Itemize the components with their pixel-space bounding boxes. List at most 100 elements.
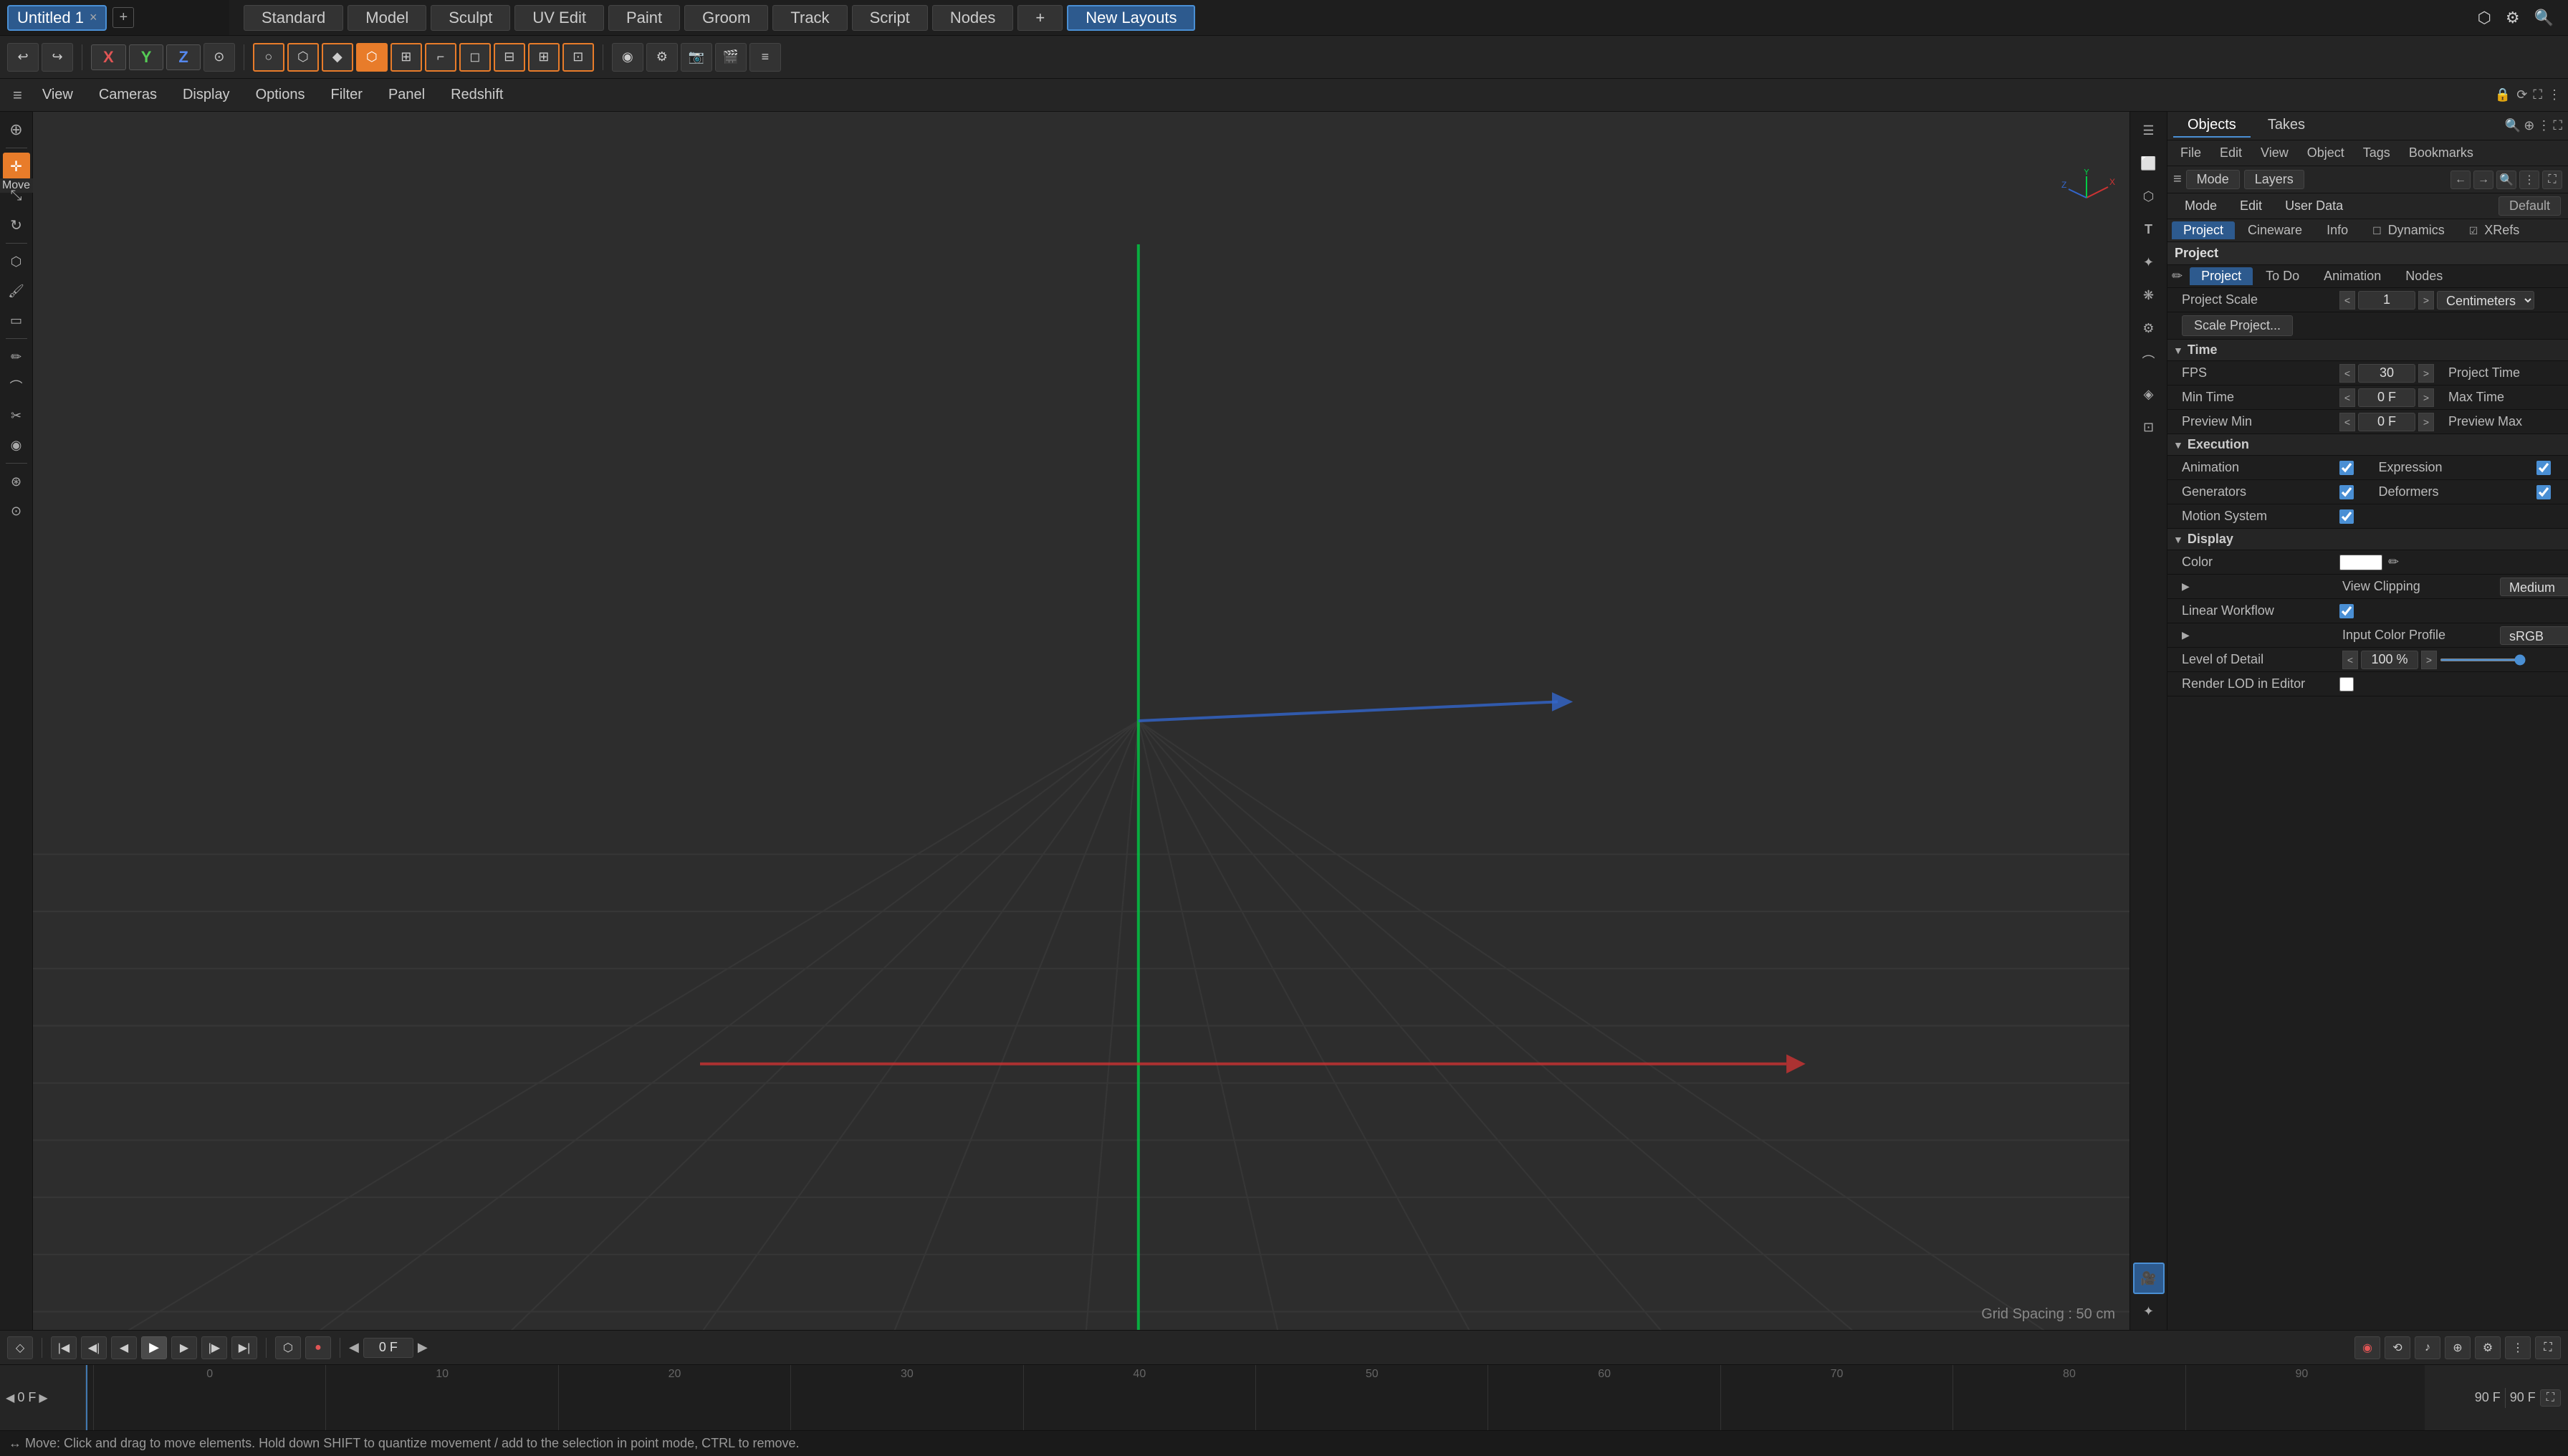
- coord-z-button[interactable]: Z: [166, 44, 200, 70]
- lod-input[interactable]: [2361, 651, 2418, 669]
- attr-nav-back[interactable]: ←: [2450, 171, 2471, 189]
- sym-button[interactable]: ⊟: [494, 43, 525, 72]
- timeline-audio[interactable]: ♪: [2415, 1336, 2440, 1359]
- particle-system-icon[interactable]: ❋: [2133, 279, 2165, 311]
- viewport[interactable]: Perspective Default Camera ⚙: [33, 112, 2129, 1330]
- mode-tab-xrefs[interactable]: ☑ XRefs: [2458, 221, 2531, 239]
- timeline-expand-btn[interactable]: ⛶: [2535, 1336, 2561, 1359]
- min-time-decrement[interactable]: <: [2339, 388, 2355, 407]
- attr-search-btn[interactable]: 🔍: [2496, 171, 2516, 189]
- timeline-resize-btn[interactable]: ⛶: [2540, 1389, 2561, 1407]
- selection-tool-button[interactable]: ⊕: [3, 116, 30, 143]
- spline-tool-icon[interactable]: ⌒: [2133, 345, 2165, 377]
- fps-increment[interactable]: >: [2418, 364, 2434, 383]
- attr-tab-layers[interactable]: Layers: [2244, 170, 2304, 189]
- timeline-keyframe-mode[interactable]: ⬡: [275, 1336, 301, 1359]
- hamburger-icon[interactable]: ≡: [2173, 171, 2182, 188]
- rotate-tool-button[interactable]: ↻: [3, 211, 30, 239]
- attr-mode-mode[interactable]: Mode: [2175, 197, 2227, 215]
- timeline-solo[interactable]: ⊕: [2445, 1336, 2471, 1359]
- timeline-play-forward[interactable]: ▶: [171, 1336, 197, 1359]
- spline-smooth-button[interactable]: ⌒: [3, 373, 30, 400]
- lod-decrement[interactable]: <: [2342, 651, 2358, 669]
- execution-section-header[interactable]: ▼ Execution: [2167, 434, 2568, 456]
- menu-options[interactable]: Options: [244, 84, 317, 106]
- mode-tab-cineware[interactable]: Cineware: [2236, 221, 2314, 239]
- menu-display[interactable]: Display: [171, 84, 241, 106]
- project-scale-decrement[interactable]: <: [2339, 291, 2355, 310]
- project-scale-unit-select[interactable]: Centimeters Meters Inches: [2437, 291, 2534, 310]
- fps-decrement[interactable]: <: [2339, 364, 2355, 383]
- render-viewport-button[interactable]: 🎬: [715, 43, 747, 72]
- move-tool-button[interactable]: ✛ Move: [3, 153, 30, 180]
- paint-select-button[interactable]: 🖌: [3, 277, 30, 305]
- scale-tool-button[interactable]: ⤡: [3, 182, 30, 209]
- min-time-increment[interactable]: >: [2418, 388, 2434, 407]
- timeline-diamond-icon[interactable]: ◇: [7, 1336, 33, 1359]
- timeline-settings-btn[interactable]: ⚙: [2475, 1336, 2501, 1359]
- preview-min-input[interactable]: [2358, 413, 2415, 431]
- render-to-picture-button[interactable]: 📷: [681, 43, 712, 72]
- preview-min-decrement[interactable]: <: [2339, 413, 2355, 431]
- viewport-sync-icon[interactable]: ⟳: [2516, 87, 2527, 102]
- viewport-menu-more-icon[interactable]: ⋮: [2548, 87, 2561, 102]
- input-color-profile-select[interactable]: sRGB Linear: [2500, 626, 2568, 645]
- attr-mode-userdata[interactable]: User Data: [2275, 197, 2353, 215]
- menu-edit[interactable]: Edit: [2213, 144, 2249, 162]
- project-scale-input[interactable]: [2358, 291, 2415, 310]
- new-layouts-button[interactable]: New Layouts: [1067, 5, 1195, 31]
- menu-tags[interactable]: Tags: [2356, 144, 2397, 162]
- menu-panel[interactable]: Panel: [377, 84, 436, 106]
- time-section-header[interactable]: ▼ Time: [2167, 340, 2568, 361]
- timeline-step-back[interactable]: ◀|: [81, 1336, 107, 1359]
- generator-icon[interactable]: ✦: [2133, 246, 2165, 278]
- timeline-step-forward[interactable]: |▶: [201, 1336, 227, 1359]
- linear-workflow-checkbox[interactable]: [2339, 604, 2354, 618]
- scale-project-button[interactable]: Scale Project...: [2182, 315, 2293, 336]
- generators-checkbox[interactable]: [2339, 485, 2354, 499]
- viewport-lock-icon[interactable]: 🔒: [2495, 87, 2511, 102]
- timeline-skip-end[interactable]: ▶|: [231, 1336, 257, 1359]
- timeline-skip-start[interactable]: |◀: [51, 1336, 77, 1359]
- panel-add-icon[interactable]: ⊕: [2524, 118, 2534, 133]
- attributes-button[interactable]: ≡: [749, 43, 781, 72]
- min-time-input[interactable]: [2358, 388, 2415, 407]
- redo-button[interactable]: ↪: [42, 43, 73, 72]
- mode-nodes[interactable]: Nodes: [932, 5, 1014, 31]
- render-settings-button[interactable]: ⚙: [646, 43, 678, 72]
- project-scale-increment[interactable]: >: [2418, 291, 2434, 310]
- tab-untitled1[interactable]: Untitled 1 ×: [7, 5, 107, 31]
- hamburger-menu-icon[interactable]: ≡: [7, 86, 28, 105]
- sub-tab-nodes[interactable]: Nodes: [2394, 267, 2454, 285]
- mode-paint[interactable]: Paint: [608, 5, 680, 31]
- knife-tool-button[interactable]: ✂: [3, 402, 30, 429]
- sub-tab-animation[interactable]: Animation: [2312, 267, 2392, 285]
- timeline-record-all[interactable]: ◉: [2354, 1336, 2380, 1359]
- manager-view-icon[interactable]: ☰: [2133, 115, 2165, 146]
- coord-y-button[interactable]: Y: [129, 44, 164, 70]
- spline-pen-button[interactable]: ✏: [3, 343, 30, 370]
- edge-mode-button[interactable]: ⬡: [287, 43, 319, 72]
- preview-min-increment[interactable]: >: [2418, 413, 2434, 431]
- panel-expand-icon[interactable]: ⛶: [2553, 118, 2562, 133]
- view-clipping-select[interactable]: Medium Small Large: [2500, 578, 2568, 596]
- timeline-start-frame-increment[interactable]: ▶: [39, 1391, 47, 1405]
- menu-object[interactable]: Object: [2300, 144, 2352, 162]
- mode-track[interactable]: Track: [772, 5, 847, 31]
- tab-close-button[interactable]: ×: [90, 10, 97, 25]
- viewport-maximize-icon[interactable]: ⛶: [2533, 87, 2542, 102]
- display-section-header[interactable]: ▼ Display: [2167, 529, 2568, 550]
- color-edit-icon[interactable]: ✏: [2388, 555, 2399, 570]
- primitive-icon[interactable]: ⬡: [2133, 181, 2165, 212]
- magnet-tool-button[interactable]: ⊛: [3, 468, 30, 495]
- panel-filter-icon[interactable]: ⋮: [2537, 118, 2550, 133]
- uv-mode-button[interactable]: ⊞: [391, 43, 422, 72]
- tab-objects[interactable]: Objects: [2173, 114, 2251, 138]
- live-select-button[interactable]: ⬡: [3, 248, 30, 275]
- settings-icon[interactable]: ⚙: [2506, 9, 2520, 27]
- brush-tool-button[interactable]: ⊙: [3, 497, 30, 525]
- light-tool-icon[interactable]: ✦: [2133, 1295, 2165, 1327]
- panel-search-icon[interactable]: 🔍: [2505, 118, 2521, 133]
- motion-system-checkbox[interactable]: [2339, 509, 2354, 524]
- text-tool-icon[interactable]: T: [2133, 214, 2165, 245]
